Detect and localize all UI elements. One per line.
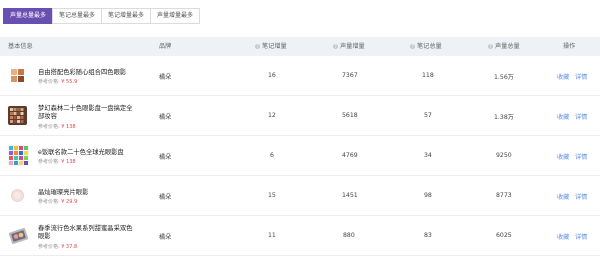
header-actions: 操作 — [563, 43, 576, 50]
reference-price-label: 参考价格: — [38, 199, 60, 205]
table-row: e饭联名款二十色全球光眼影盘 参考价格: ¥ 138 橘朵 6 4769 34 … — [0, 136, 600, 176]
reference-price: 参考价格: ¥ 138 — [38, 158, 76, 165]
table-row: 春季流行色水果系列甜蜜晶采双色眼影 参考价格: ¥ 37.8 橘朵 11 880… — [0, 216, 600, 256]
tab-note-growth-most[interactable]: 笔记增量最多 — [101, 8, 152, 24]
table-row: 梦幻森林二十色眼影盘一盘搞定全部妆容 参考价格: ¥ 138 橘朵 12 561… — [0, 96, 600, 136]
product-thumbnail — [8, 66, 27, 85]
header-voice-growth[interactable]: ? 声量增量 — [333, 37, 365, 56]
note-total-cell: 98 — [424, 192, 432, 199]
note-total-cell: 34 — [424, 152, 432, 159]
favorite-link[interactable]: 收藏 — [557, 152, 569, 161]
product-name[interactable]: e饭联名款二十色全球光眼影盘 — [38, 149, 148, 157]
info-icon: ? — [410, 43, 415, 49]
four-square-eyeshadow-icon — [8, 66, 27, 85]
reference-price: 参考价格: ¥ 29.9 — [38, 198, 77, 205]
note-total-cell: 83 — [424, 232, 432, 239]
single-glitter-pan-icon — [8, 186, 27, 205]
info-icon: ? — [488, 43, 493, 49]
favorite-link[interactable]: 收藏 — [557, 72, 569, 81]
header-note-growth-label: 笔记增量 — [262, 43, 287, 50]
header-note-growth[interactable]: ? 笔记增量 — [255, 37, 287, 56]
header-note-total[interactable]: ? 笔记总量 — [410, 37, 442, 56]
voice-total-cell: 9250 — [496, 152, 512, 159]
voice-growth-cell: 5618 — [342, 112, 358, 119]
brand-cell: 橘朵 — [159, 74, 172, 81]
note-total-cell: 57 — [424, 112, 432, 119]
favorite-link[interactable]: 收藏 — [557, 112, 569, 121]
brand-cell: 橘朵 — [159, 154, 172, 161]
tab-note-total-most[interactable]: 笔记总量最多 — [52, 8, 103, 24]
info-icon: ? — [255, 43, 260, 49]
reference-price-label: 参考价格: — [38, 124, 60, 130]
header-basic-info: 基本信息 — [8, 43, 33, 50]
tab-voice-total-most[interactable]: 声量总量最多 — [3, 8, 54, 24]
note-growth-cell: 11 — [268, 232, 276, 239]
price-value: ¥ 138 — [61, 159, 76, 165]
product-thumbnail — [8, 106, 27, 125]
favorite-link[interactable]: 收藏 — [557, 192, 569, 201]
note-total-cell: 118 — [422, 72, 434, 79]
header-brand: 品牌 — [159, 43, 172, 50]
note-growth-cell: 12 — [268, 112, 276, 119]
voice-growth-cell: 7367 — [342, 72, 358, 79]
product-name[interactable]: 春季流行色水果系列甜蜜晶采双色眼影 — [38, 225, 136, 241]
header-voice-total[interactable]: ? 声量总量 — [488, 37, 520, 56]
reference-price: 参考价格: ¥ 37.8 — [38, 243, 77, 250]
price-value: ¥ 29.9 — [61, 199, 78, 205]
info-icon: ? — [333, 43, 338, 49]
reference-price: 参考价格: ¥ 138 — [38, 123, 76, 130]
details-link[interactable]: 详情 — [575, 152, 587, 161]
price-value: ¥ 138 — [61, 124, 76, 130]
note-growth-cell: 16 — [268, 72, 276, 79]
details-link[interactable]: 详情 — [575, 72, 587, 81]
header-note-total-label: 笔记总量 — [417, 43, 442, 50]
voice-growth-cell: 1451 — [342, 192, 358, 199]
details-link[interactable]: 详情 — [575, 112, 587, 121]
note-growth-cell: 6 — [270, 152, 274, 159]
note-growth-cell: 15 — [268, 192, 276, 199]
favorite-link[interactable]: 收藏 — [557, 232, 569, 241]
brand-cell: 橘朵 — [159, 234, 172, 241]
brand-cell: 橘朵 — [159, 114, 172, 121]
table-row: 自由搭配色彩随心组合四色眼影 参考价格: ¥ 55.9 橘朵 16 7367 1… — [0, 56, 600, 96]
brand-cell: 橘朵 — [159, 194, 172, 201]
product-name[interactable]: 晶灿璀璨亮片眼影 — [38, 189, 148, 197]
table-row: 晶灿璀璨亮片眼影 参考价格: ¥ 29.9 橘朵 15 1451 98 8773… — [0, 176, 600, 216]
reference-price: 参考价格: ¥ 55.9 — [38, 78, 77, 85]
reference-price-label: 参考价格: — [38, 244, 60, 250]
price-value: ¥ 37.8 — [61, 244, 78, 250]
tab-voice-growth-most[interactable]: 声量增量最多 — [150, 8, 201, 24]
product-thumbnail — [8, 225, 29, 246]
price-value: ¥ 55.9 — [61, 79, 78, 85]
header-voice-growth-label: 声量增量 — [340, 43, 365, 50]
colorful-palette-icon — [8, 145, 29, 166]
voice-total-cell: 1.56万 — [494, 74, 514, 81]
product-thumbnail — [8, 145, 29, 166]
voice-total-cell: 8773 — [496, 192, 512, 199]
reference-price-label: 参考价格: — [38, 159, 60, 165]
details-link[interactable]: 详情 — [575, 192, 587, 201]
table-header: 基本信息 品牌 ? 笔记增量 ? 声量增量 ? 笔记总量 ? 声量总量 操作 — [0, 37, 600, 56]
voice-growth-cell: 4769 — [342, 152, 358, 159]
header-voice-total-label: 声量总量 — [495, 43, 520, 50]
details-link[interactable]: 详情 — [575, 232, 587, 241]
product-name[interactable]: 自由搭配色彩随心组合四色眼影 — [38, 69, 148, 77]
reference-price-label: 参考价格: — [38, 79, 60, 85]
voice-total-cell: 6025 — [496, 232, 512, 239]
twenty-color-palette-icon — [8, 106, 27, 125]
product-thumbnail — [8, 186, 27, 205]
product-name[interactable]: 梦幻森林二十色眼影盘一盘搞定全部妆容 — [38, 105, 136, 121]
voice-total-cell: 1.38万 — [494, 114, 514, 121]
sort-tabs: 声量总量最多 笔记总量最多 笔记增量最多 声量增量最多 — [3, 8, 201, 24]
duo-compact-icon — [8, 225, 29, 246]
voice-growth-cell: 880 — [343, 232, 355, 239]
